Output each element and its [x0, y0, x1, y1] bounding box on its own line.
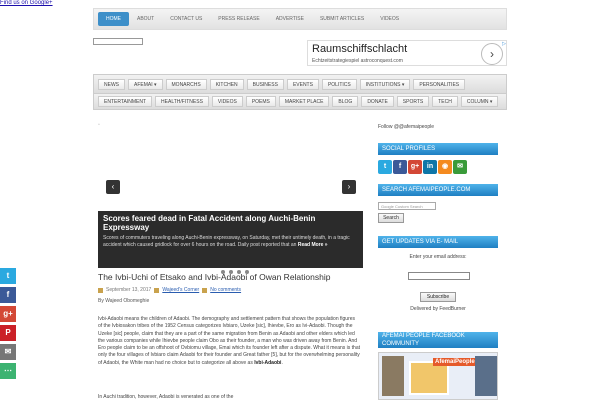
top-nav-home[interactable]: HOME [98, 12, 129, 26]
twitter-icon[interactable]: t [0, 268, 16, 284]
post-title[interactable]: The Ivbi-Uchi of Etsako and Ivbi-Adaobi … [98, 272, 330, 282]
top-nav-videos[interactable]: VIDEOS [372, 12, 407, 26]
subscribe-button[interactable]: Subscribe [420, 292, 456, 302]
facebook-icon[interactable]: f [0, 287, 16, 303]
ad-choices-icon[interactable]: ▷ [502, 41, 506, 47]
nav-news[interactable]: NEWS [98, 78, 125, 90]
nav-donate[interactable]: DONATE [361, 96, 394, 107]
post-meta: September 13, 2017 Wajeed's Corner No co… [98, 287, 241, 293]
post-body-continued: In Auchi tradition, however, Adaobi is v… [98, 394, 234, 400]
feedburner-link[interactable]: Delivered by FeedBurner [378, 306, 498, 312]
main-navigation-row-2: ENTERTAINMENT HEALTH/FITNESS VIDEOS POEM… [93, 93, 507, 110]
post-body-text: Ivbi-Adaobi means the children of Adaobi… [98, 316, 360, 366]
pinterest-icon[interactable]: P [0, 325, 16, 341]
post-body: Ivbi-Adaobi means the children of Adaobi… [98, 316, 360, 366]
top-nav-about[interactable]: ABOUT [129, 12, 162, 26]
slider-next-button[interactable]: › [342, 180, 356, 194]
facebook-community-heading: AFEMAI PEOPLE FACEBOOK COMMUNITY [378, 332, 498, 348]
google-plus-icon[interactable]: g+ [408, 160, 422, 174]
post-body-bold: Ivbi-Adaobi [254, 359, 282, 366]
search-heading: SEARCH AFEMAIPEOPLE.COM [378, 184, 498, 196]
top-nav-press-release[interactable]: PRESS RELEASE [210, 12, 267, 26]
email-input[interactable] [408, 272, 470, 280]
social-profiles-heading: SOCIAL PROFILES [378, 143, 498, 155]
floating-share-bar: t f g+ P ✉ ⋯ [0, 268, 16, 382]
nav-videos[interactable]: VIDEOS [211, 96, 243, 107]
nav-afemai[interactable]: AFEMAI ▾ [128, 78, 163, 90]
email-icon[interactable]: ✉ [453, 160, 467, 174]
email-label: Enter your email address: [409, 254, 467, 260]
post-byline: By Wajeed Obomeghie [98, 298, 150, 304]
top-nav-advertise[interactable]: ADVERTISE [268, 12, 312, 26]
social-profiles: t f g+ in ◉ ✉ [378, 160, 467, 174]
slide-title[interactable]: Scores feared dead in Fatal Accident alo… [103, 214, 358, 232]
nav-events[interactable]: EVENTS [286, 78, 319, 90]
slide-excerpt: Scores of commuters traveling along Auch… [103, 235, 358, 249]
nav-monarchs[interactable]: MONARCHS [165, 78, 207, 90]
post-category-link[interactable]: Wajeed's Corner [162, 287, 199, 293]
share-icon[interactable]: ⋯ [0, 363, 16, 379]
slider-caption: Scores feared dead in Fatal Accident alo… [98, 211, 363, 268]
nav-tech[interactable]: TECH [432, 96, 458, 107]
advertisement-banner[interactable]: Raumschiffschlacht Echtzeitstrategiespie… [307, 40, 507, 66]
email-icon[interactable]: ✉ [0, 344, 16, 360]
rss-icon[interactable]: ◉ [438, 160, 452, 174]
nav-column[interactable]: COLUMN ▾ [460, 96, 499, 107]
top-navigation: HOME ABOUT CONTACT US PRESS RELEASE ADVE… [93, 8, 507, 30]
nav-health-fitness[interactable]: HEALTH/FITNESS [155, 96, 209, 107]
sidebar-search-button[interactable]: Search [378, 213, 404, 223]
main-navigation-row-1: NEWS AFEMAI ▾ MONARCHS KITCHEN BUSINESS … [93, 74, 507, 94]
top-nav-submit-articles[interactable]: SUBMIT ARTICLES [312, 12, 372, 26]
post-comments-link[interactable]: No comments [210, 287, 241, 293]
header-search-input[interactable] [93, 38, 143, 45]
facebook-page-logo: AfemaiPeople [433, 358, 477, 366]
twitter-icon[interactable]: t [378, 160, 392, 174]
nav-institutions[interactable]: INSTITUTIONS ▾ [359, 78, 411, 90]
email-updates-heading: GET UPDATES VIA E- MAIL [378, 236, 498, 248]
main-content: ▫ ‹ › Scores feared dead in Fatal Accide… [93, 116, 369, 400]
facebook-cover-image [409, 361, 449, 395]
nav-business[interactable]: BUSINESS [246, 78, 284, 90]
nav-politics[interactable]: POLITICS [321, 78, 357, 90]
featured-slider: ▫ ‹ › Scores feared dead in Fatal Accide… [98, 122, 363, 274]
comments-icon [202, 287, 208, 293]
ad-subtitle[interactable]: Echtzeitstrategiespiel astroconquest.com [312, 58, 403, 64]
nav-personalities[interactable]: PERSONALITIES [413, 78, 466, 90]
page: Find us on Google+ HOME ABOUT CONTACT US… [0, 0, 600, 400]
facebook-photo [475, 356, 497, 396]
facebook-photo [382, 356, 404, 396]
slider-prev-button[interactable]: ‹ [106, 180, 120, 194]
facebook-community-widget[interactable]: AfemaiPeople [378, 352, 498, 400]
nav-sports[interactable]: SPORTS [396, 96, 430, 107]
calendar-icon [98, 287, 103, 293]
google-plus-icon[interactable]: g+ [0, 306, 16, 322]
slide-image-placeholder-icon: ▫ [98, 122, 100, 128]
folder-icon [154, 287, 160, 293]
nav-market-place[interactable]: MARKET PLACE [278, 96, 330, 107]
top-nav-contact[interactable]: CONTACT US [162, 12, 210, 26]
ad-arrow-button[interactable]: › [481, 43, 503, 65]
facebook-icon[interactable]: f [393, 160, 407, 174]
ad-title[interactable]: Raumschiffschlacht [312, 43, 407, 55]
nav-kitchen[interactable]: KITCHEN [209, 78, 244, 90]
sidebar-search-input[interactable]: Google Custom Search [378, 202, 436, 210]
read-more-link[interactable]: Read More » [298, 242, 328, 248]
post-date: September 13, 2017 [106, 287, 152, 293]
nav-blog[interactable]: BLOG [332, 96, 359, 107]
sidebar: Follow @@afemaipeople SOCIAL PROFILES t … [375, 116, 501, 400]
nav-poems[interactable]: POEMS [245, 96, 276, 107]
linkedin-icon[interactable]: in [423, 160, 437, 174]
find-us-google-link[interactable]: Find us on Google+ [0, 0, 53, 6]
nav-entertainment[interactable]: ENTERTAINMENT [98, 96, 153, 107]
twitter-follow-link[interactable]: Follow @@afemaipeople [378, 124, 434, 130]
